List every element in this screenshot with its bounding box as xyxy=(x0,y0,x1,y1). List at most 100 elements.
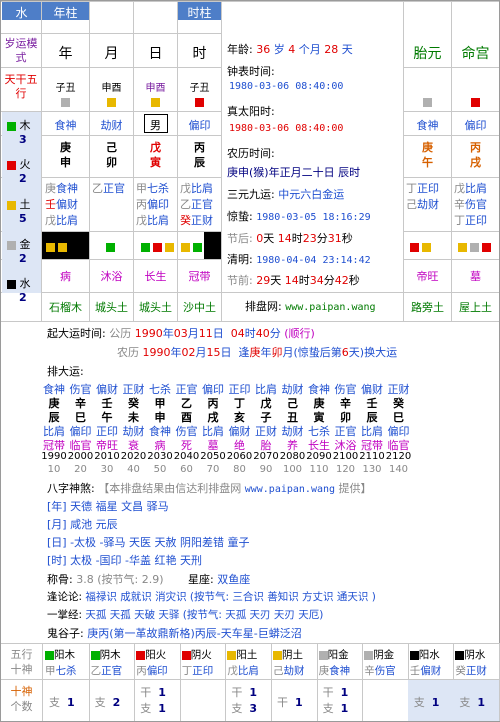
col-header-year: 年 xyxy=(58,46,73,62)
bottom-count-cell: 支 1 xyxy=(49,696,75,709)
bottom-element-cell: 阴土 己劫财 xyxy=(273,649,305,677)
dy-stem: 戊 xyxy=(150,141,161,154)
element-square xyxy=(423,97,432,107)
bottom-label-count: 个数 xyxy=(10,700,33,713)
dayun-year: 2100 xyxy=(332,451,359,462)
jingzhe-line: 惊蛰: 1980-03-05 18:16:29 xyxy=(227,210,371,223)
site-line: 排盘网: www.paipan.wang xyxy=(245,300,376,313)
dayun-year: 2000 xyxy=(67,451,94,462)
guigu-line: 鬼谷子: 庚丙(第一革故鼎新格)丙辰-天车星-巨蟒泛沼 xyxy=(47,627,302,640)
taiyuan-branch: 午 xyxy=(422,156,433,169)
mo-top-name: 申酉 xyxy=(101,83,122,94)
hr-stage: 冠带 xyxy=(188,270,211,283)
yr-top-name: 子丑 xyxy=(55,83,76,94)
hr-branch: 辰 xyxy=(194,156,205,169)
minggong-branch: 戌 xyxy=(470,156,481,169)
dayun-age: 50 xyxy=(153,464,167,475)
taiyuan-hidden: 丁正印 己劫财 xyxy=(406,182,439,211)
dayun-age: 130 xyxy=(362,464,382,475)
dayun-year: 2010 xyxy=(94,451,120,462)
dayun-year: 2020 xyxy=(120,451,147,462)
sanyuan-line: 三元九运: 中元六白金运 xyxy=(227,188,345,201)
minggong-stem: 丙 xyxy=(470,141,481,154)
taiyuan-nayin: 路旁土 xyxy=(411,301,444,314)
dy-top-name: 申酉 xyxy=(145,83,166,94)
mo-stage: 沐浴 xyxy=(100,270,123,283)
shensha-month: [月] 咸池 元辰 xyxy=(47,518,118,531)
dy-hidden: 甲七杀 丙偏印 戊比肩 xyxy=(136,182,169,227)
hour-pillar-tab[interactable]: 时柱 xyxy=(178,4,221,21)
bottom-element-cell: 阳水 壬偏财 xyxy=(409,649,442,677)
dayun-age: 100 xyxy=(282,464,303,475)
lunar-value: 庚申(猴)年正月二十日 辰时 xyxy=(227,166,361,179)
dayun-age: 110 xyxy=(309,464,329,475)
jiejian-line: 节前: 29天 14时34分42秒 xyxy=(227,274,360,287)
mo-stem: 己 xyxy=(106,141,117,154)
dayun-year: 2030 xyxy=(147,451,173,462)
dayun-year: 2120 xyxy=(385,451,412,462)
site-link[interactable]: www.paipan.wang xyxy=(285,302,375,313)
stems-elements-label: 天干五行 xyxy=(4,73,38,100)
dy-nayin: 城头土 xyxy=(139,301,172,314)
element-square xyxy=(61,97,70,107)
water-label: 水 xyxy=(15,6,28,20)
element-square xyxy=(107,97,116,107)
bottom-count-cell: 干 1支 1 xyxy=(322,686,349,715)
dayun-year: 2090 xyxy=(306,451,332,462)
dayun-age: 140 xyxy=(388,464,409,475)
minggong-stage: 墓 xyxy=(470,270,481,283)
mo-nayin: 城头土 xyxy=(95,301,128,314)
yr-nayin: 石榴木 xyxy=(49,301,82,314)
taiyuan-stage: 帝旺 xyxy=(416,270,439,283)
taiyuan-ten-god: 食神 xyxy=(416,119,439,132)
shensha-day: [日] -太极 -驿马 天医 天赦 阴阳差错 童子 xyxy=(47,536,250,549)
minggong-ten-god: 偏印 xyxy=(464,119,487,132)
col-header-hour: 时 xyxy=(192,46,207,62)
dayun-age: 120 xyxy=(335,464,356,475)
yizhang-line: 一掌经: 天孤 天孤 天破 天驿 (按节气: 天孤 天刃 天刃 天厄) xyxy=(47,609,324,621)
dayun-year: 2070 xyxy=(253,451,279,462)
lunar-label: 农历时间: xyxy=(227,147,275,160)
element-wood: 木 3 xyxy=(7,117,39,146)
solar-value: 1980-03-06 08:40:00 xyxy=(229,123,344,134)
bottom-count-cell: 干 1支 3 xyxy=(231,686,258,715)
hr-nayin: 沙中土 xyxy=(183,301,216,314)
yr-hidden: 庚食神 壬偏财 戊比肩 xyxy=(45,182,78,227)
element-square xyxy=(471,97,480,107)
bottom-count-cell: 干 1 xyxy=(277,696,303,709)
dayun-age: 60 xyxy=(180,464,193,475)
dayun-label: 排大运: xyxy=(47,365,84,378)
bottom-element-cell: 阳金 庚食神 xyxy=(318,649,351,677)
dayun-year: 2040 xyxy=(173,451,200,462)
element-water: 水 2 xyxy=(7,275,39,304)
mo-ten-god: 劫财 xyxy=(100,119,123,132)
dayun-age: 20 xyxy=(74,464,87,475)
yr-stem: 庚 xyxy=(60,141,71,154)
taiyuan-stem: 庚 xyxy=(422,141,433,154)
yr-ten-god: 食神 xyxy=(54,119,77,132)
dayun-age: 90 xyxy=(259,464,273,475)
mo-hidden: 乙正官 xyxy=(92,182,125,195)
age-line: 年龄: 36 岁 4 个月 28 天 xyxy=(227,43,353,56)
clock-value: 1980-03-06 08:40:00 xyxy=(229,81,344,92)
bottom-element-cell: 阳土 戊比肩 xyxy=(227,649,259,677)
mo-branch: 卯 xyxy=(106,156,117,169)
yr-branch: 申 xyxy=(60,156,71,169)
taiyuan-header: 胎元 xyxy=(413,46,442,62)
bottom-count-cell: 支 1 xyxy=(459,696,486,709)
minggong-hidden: 戊比肩 辛伤官 丁正印 xyxy=(454,182,487,227)
dayun-age: 80 xyxy=(233,464,246,475)
bottom-count-cell: 支 2 xyxy=(94,696,121,709)
bazi-chart: 水 年柱 时柱 岁运模式 年 月 日 时 天干五行 子丑 申酉 申酉 子丑 木 … xyxy=(0,0,500,722)
col-header-month: 月 xyxy=(104,46,119,62)
dayun-age: 10 xyxy=(47,464,61,475)
element-metal: 金 2 xyxy=(7,236,39,265)
bottom-label-wuxing: 五行 xyxy=(10,648,33,661)
element-fire: 火 2 xyxy=(7,156,39,185)
dayun-year: 2060 xyxy=(226,451,253,462)
dayun-start-line2: 农历 1990年02月15日 逢庚年卯月(惊蛰后第6天)换大运 xyxy=(117,346,398,359)
col-header-day: 日 xyxy=(148,46,163,62)
bottom-count-cell: 干 1支 1 xyxy=(140,686,166,715)
dayun-year: 2080 xyxy=(279,451,306,462)
year-pillar-tab[interactable]: 年柱 xyxy=(42,4,89,21)
